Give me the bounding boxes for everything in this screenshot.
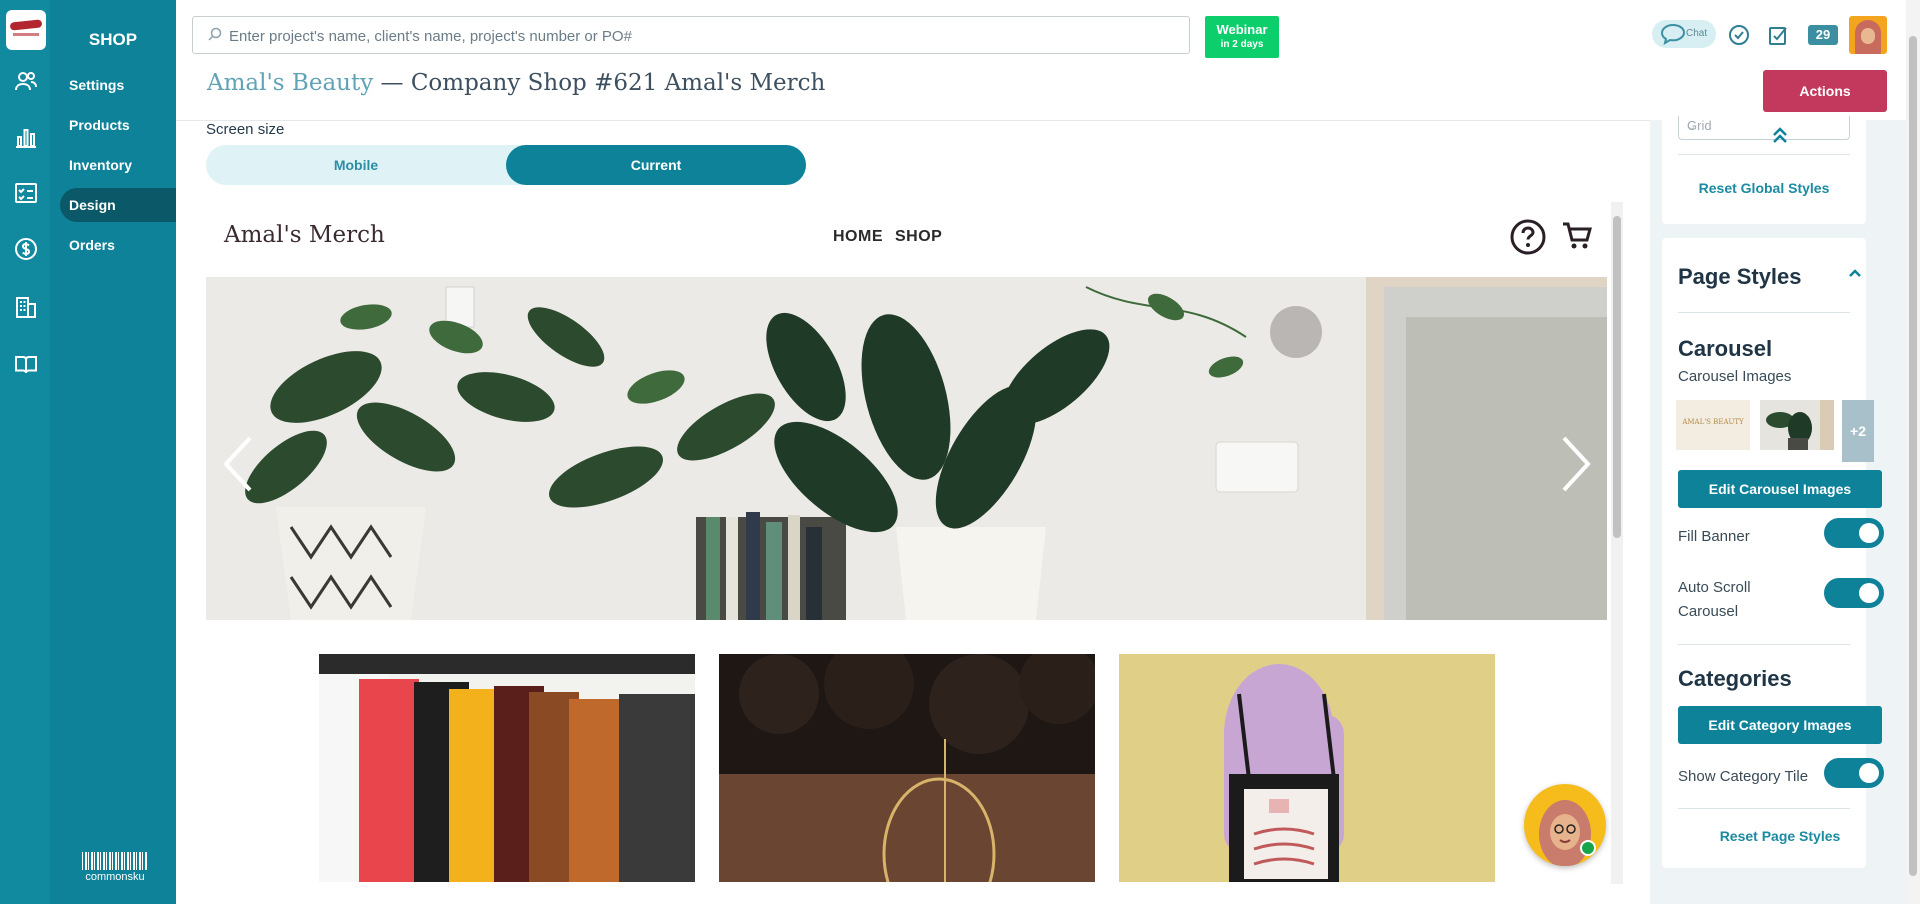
shop-sidebar: SHOP Settings Products Inventory Design …: [50, 0, 176, 904]
client-link[interactable]: Amal's Beauty: [207, 70, 373, 96]
plants-banner-image: [206, 277, 1607, 620]
carousel-banner: [206, 277, 1607, 620]
shop-preview: Amal's Merch HOME SHOP: [206, 202, 1607, 882]
header-divider: [176, 120, 1650, 121]
tote-bag-image: [1119, 654, 1495, 882]
sidebar-item-inventory[interactable]: Inventory: [60, 148, 176, 182]
carousel-next-icon[interactable]: [1556, 434, 1596, 494]
global-styles-card: Grid ⌄ Reset Global Styles: [1662, 116, 1866, 224]
chevron-up-icon[interactable]: [1848, 268, 1862, 278]
screen-option-current[interactable]: Current: [506, 145, 806, 185]
divider: [1678, 808, 1850, 809]
divider: [1678, 644, 1850, 645]
search-icon: [208, 27, 222, 41]
carousel-thumb-2[interactable]: [1760, 400, 1834, 450]
auto-scroll-toggle[interactable]: [1824, 578, 1884, 608]
show-category-tile-toggle[interactable]: [1824, 758, 1884, 788]
global-search: [192, 16, 1190, 54]
chevron-down-icon: ⌄: [1687, 121, 1697, 133]
categories-title: Categories: [1678, 666, 1792, 691]
style-panel: Grid ⌄ Reset Global Styles Page Styles C…: [1650, 116, 1920, 904]
people-icon[interactable]: [14, 70, 38, 92]
screen-option-mobile[interactable]: Mobile: [206, 145, 506, 185]
footer-logo-text: commonsku: [85, 871, 145, 883]
carousel-thumb-1[interactable]: AMAL'S BEAUTY: [1676, 400, 1750, 450]
user-avatar[interactable]: [1849, 16, 1887, 54]
sidebar-item-products[interactable]: Products: [60, 108, 176, 142]
earring-image: [719, 654, 1095, 882]
category-tile-bags[interactable]: [1119, 654, 1495, 882]
carousel-images-label: Carousel Images: [1678, 368, 1792, 385]
section-title: SHOP: [88, 30, 138, 49]
divider: [1678, 312, 1850, 313]
category-tile-accessories[interactable]: [719, 654, 1095, 882]
edit-carousel-images-button[interactable]: Edit Carousel Images: [1678, 470, 1882, 508]
support-chat-avatar[interactable]: [1524, 784, 1606, 866]
checklist-icon[interactable]: [14, 182, 38, 204]
commonsku-logo: commonsku: [82, 852, 148, 883]
carousel-prev-icon[interactable]: [218, 434, 258, 494]
webinar-label: Webinar: [1216, 22, 1268, 37]
reset-page-styles-link[interactable]: Reset Page Styles: [1678, 828, 1882, 844]
store-nav: HOME SHOP: [833, 228, 954, 246]
brand-logo[interactable]: [6, 10, 46, 50]
support-agent-image: [1539, 800, 1596, 866]
screen-size-toggle: Mobile Current: [206, 145, 806, 185]
chat-label: Chat: [1686, 28, 1708, 39]
carousel-more-count[interactable]: +2: [1842, 400, 1874, 462]
app-root: SHOP Settings Products Inventory Design …: [0, 0, 1920, 904]
collapse-double-chevron-icon[interactable]: [1772, 126, 1788, 144]
actions-button[interactable]: Actions: [1763, 70, 1887, 112]
bar-chart-icon[interactable]: [14, 126, 38, 148]
carousel-title: Carousel: [1678, 336, 1773, 361]
title-separator: —: [373, 70, 411, 96]
auto-scroll-label: Auto Scroll Carousel: [1678, 579, 1751, 620]
shop-title: Company Shop #621 Amal's Merch: [410, 70, 826, 96]
sidebar-item-settings[interactable]: Settings: [60, 68, 176, 102]
category-tile-clothing[interactable]: [319, 654, 695, 882]
help-icon[interactable]: [1509, 218, 1547, 256]
screen-size-label: Screen size: [206, 121, 285, 138]
search-input[interactable]: [229, 24, 1169, 48]
edit-category-images-button[interactable]: Edit Category Images: [1678, 706, 1882, 744]
fill-banner-toggle[interactable]: [1824, 518, 1884, 548]
layout-select[interactable]: Grid ⌄: [1678, 116, 1850, 140]
page-scrollbar[interactable]: [1906, 0, 1920, 904]
nav-home[interactable]: HOME: [833, 228, 883, 245]
sidebar-item-orders[interactable]: Orders: [60, 228, 176, 262]
page-styles-card: Page Styles Carousel Carousel Images AMA…: [1662, 238, 1884, 868]
reset-global-styles-link[interactable]: Reset Global Styles: [1662, 180, 1866, 196]
tasks-icon[interactable]: [1768, 24, 1790, 46]
clothing-rack-image: [319, 654, 695, 882]
store-name[interactable]: Amal's Merch: [224, 222, 385, 248]
preview-scrollbar[interactable]: [1611, 202, 1623, 884]
webinar-sub: in 2 days: [1220, 39, 1264, 50]
page-title: Amal's Beauty — Company Shop #621 Amal's…: [207, 70, 825, 96]
notification-badge[interactable]: 29: [1808, 25, 1838, 45]
clock-check-icon[interactable]: [1728, 24, 1750, 46]
webinar-button[interactable]: Webinar in 2 days: [1205, 16, 1279, 58]
page-styles-title: Page Styles: [1678, 264, 1802, 289]
divider: [1678, 154, 1850, 155]
dollar-icon[interactable]: [14, 238, 38, 260]
carousel-thumb-1-text: AMAL'S BEAUTY: [1682, 418, 1744, 426]
sidebar-item-design[interactable]: Design: [60, 188, 176, 222]
show-category-tile-label: Show Category Tile: [1678, 768, 1809, 785]
chat-button[interactable]: Chat: [1652, 20, 1716, 48]
building-icon[interactable]: [14, 296, 38, 318]
fill-banner-label: Fill Banner: [1678, 528, 1750, 545]
book-icon[interactable]: [14, 353, 38, 375]
chat-bubble-icon: [1660, 23, 1686, 45]
nav-shop[interactable]: SHOP: [895, 228, 942, 245]
cart-icon[interactable]: [1561, 220, 1593, 252]
icon-rail: [0, 0, 50, 904]
